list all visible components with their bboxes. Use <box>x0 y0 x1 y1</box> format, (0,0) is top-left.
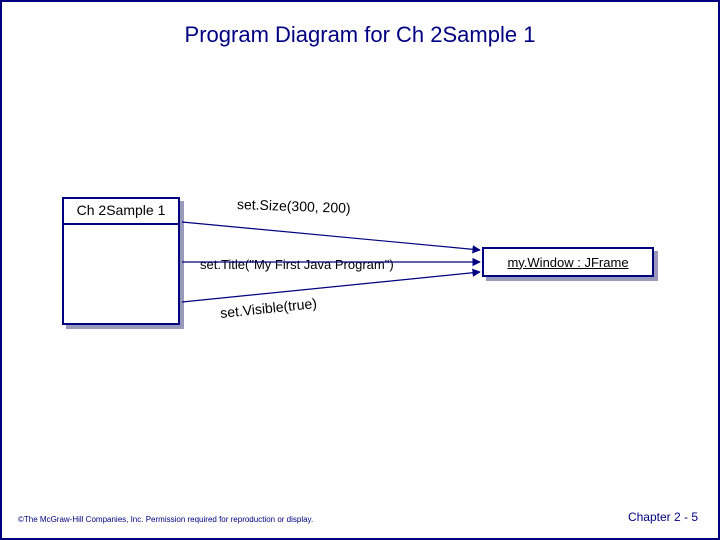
footer-page: Chapter 2 - 5 <box>628 510 698 524</box>
arrow-set-visible <box>182 272 480 302</box>
footer-copyright: ©The McGraw-Hill Companies, Inc. Permiss… <box>18 515 313 524</box>
message-set-visible: set.Visible(true) <box>219 295 317 321</box>
arrow-set-size <box>182 222 480 250</box>
slide: Program Diagram for Ch 2Sample 1 Ch 2Sam… <box>0 0 720 540</box>
receiver-box: my.Window : JFrame <box>482 247 654 277</box>
sender-label: Ch 2Sample 1 <box>62 197 180 225</box>
message-set-size: set.Size(300, 200) <box>237 196 351 216</box>
page-title: Program Diagram for Ch 2Sample 1 <box>2 22 718 48</box>
message-set-title: set.Title("My First Java Program") <box>200 257 394 272</box>
